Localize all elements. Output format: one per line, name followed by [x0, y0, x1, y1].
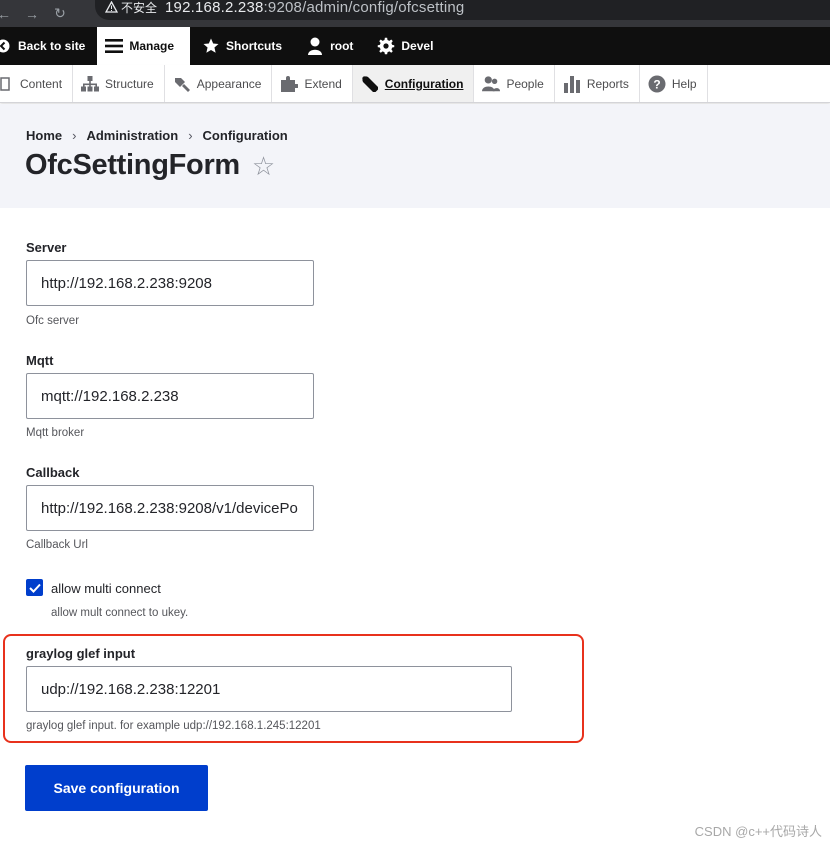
- user-icon: [306, 37, 324, 55]
- breadcrumb-separator: ›: [72, 128, 77, 143]
- shortcuts-tab[interactable]: Shortcuts: [190, 27, 294, 65]
- forward-arrow-icon[interactable]: →: [22, 6, 42, 22]
- security-label: 不安全: [121, 0, 158, 15]
- breadcrumb: Home › Administration › Configuration: [26, 128, 288, 143]
- shortcuts-label: Shortcuts: [226, 39, 283, 53]
- manage-label: Manage: [129, 39, 175, 53]
- browser-bar: ← → ↻ 不安全 192.168.2.238:9208/admin/confi…: [0, 0, 830, 27]
- server-label: Server: [26, 240, 67, 255]
- url-host: 192.168.2.238: [165, 0, 264, 16]
- page-header: Home › Administration › Configuration Of…: [0, 104, 830, 208]
- help-icon: ?: [648, 75, 666, 93]
- content-icon: [0, 75, 14, 93]
- structure-icon: [81, 75, 100, 93]
- security-warning[interactable]: 不安全: [105, 0, 157, 16]
- graylog-label: graylog glef input: [26, 646, 136, 661]
- tray-item-label: Content: [20, 76, 63, 91]
- breadcrumb-home[interactable]: Home: [26, 128, 62, 143]
- page-title: OfcSettingForm: [25, 149, 240, 181]
- tray-item-label: Help: [671, 76, 697, 91]
- warning-triangle-icon: [105, 1, 118, 13]
- callback-description: Callback Url: [26, 539, 88, 551]
- reports-icon: [563, 75, 581, 93]
- devel-label: Devel: [401, 39, 434, 53]
- people-icon: [482, 75, 501, 93]
- tray-item-label: Extend: [304, 76, 342, 91]
- tray-item-label: Structure: [105, 76, 154, 91]
- back-circle-icon: [0, 37, 12, 55]
- url-text: 192.168.2.238:9208/admin/config/ofcsetti…: [165, 0, 464, 16]
- url-path: :9208/admin/config/ofcsetting: [263, 0, 465, 16]
- mqtt-input[interactable]: mqtt://192.168.2.238: [26, 373, 314, 419]
- graylog-description: graylog glef input. for example udp://19…: [26, 720, 321, 732]
- tray-item-extend[interactable]: Extend: [272, 65, 353, 102]
- tray-item-appearance[interactable]: Appearance: [165, 65, 273, 102]
- gear-icon: [377, 37, 395, 55]
- mqtt-label: Mqtt: [26, 353, 54, 368]
- breadcrumb-separator: ›: [188, 128, 193, 143]
- tray-item-label: Appearance: [196, 76, 262, 91]
- appearance-icon: [173, 75, 191, 93]
- extend-icon: [280, 75, 299, 93]
- back-to-site-link[interactable]: Back to site: [0, 27, 97, 65]
- multi-connect-checkbox[interactable]: [26, 579, 43, 596]
- tray-item-people[interactable]: People: [474, 65, 555, 102]
- hamburger-icon: [105, 37, 124, 55]
- tray-item-label: People: [506, 76, 544, 91]
- page-title-row: OfcSettingForm ☆: [25, 149, 275, 182]
- devel-tab[interactable]: Devel: [365, 27, 445, 65]
- user-tab[interactable]: root: [294, 27, 365, 65]
- admin-tray: Content Structure Appearance Extend Conf…: [0, 65, 830, 103]
- multi-connect-label[interactable]: allow multi connect: [51, 581, 161, 596]
- tray-item-reports[interactable]: Reports: [555, 65, 640, 102]
- tray-item-help[interactable]: ? Help: [640, 65, 708, 102]
- mqtt-description: Mqtt broker: [26, 427, 85, 439]
- back-to-site-label: Back to site: [18, 39, 86, 53]
- tray-item-label: Reports: [586, 76, 629, 91]
- tray-item-configuration[interactable]: Configuration: [352, 65, 475, 102]
- server-description: Ofc server: [26, 315, 80, 327]
- callback-label: Callback: [26, 465, 80, 480]
- checkmark-icon: [28, 583, 41, 593]
- reload-icon[interactable]: ↻: [50, 5, 70, 22]
- tray-item-structure[interactable]: Structure: [73, 65, 165, 102]
- admin-toolbar: Back to site Manage Shortcuts root Devel: [0, 27, 830, 65]
- callback-input[interactable]: http://192.168.2.238:9208/v1/devicePo: [26, 485, 314, 531]
- wrench-icon: [361, 75, 379, 93]
- user-label: root: [330, 39, 354, 53]
- watermark: CSDN @c++代码诗人: [694, 824, 822, 839]
- back-arrow-icon[interactable]: ←: [0, 6, 14, 22]
- star-icon: [202, 37, 220, 55]
- tray-item-content[interactable]: Content: [0, 65, 74, 102]
- breadcrumb-configuration[interactable]: Configuration: [203, 128, 288, 143]
- save-configuration-button[interactable]: Save configuration: [25, 765, 208, 811]
- graylog-input[interactable]: udp://192.168.2.238:12201: [26, 666, 512, 712]
- multi-connect-description: allow mult connect to ukey.: [51, 607, 189, 619]
- svg-text:?: ?: [653, 77, 660, 91]
- server-input[interactable]: http://192.168.2.238:9208: [26, 260, 314, 306]
- manage-tab[interactable]: Manage: [97, 27, 191, 65]
- tray-item-label: Configuration: [384, 76, 464, 91]
- shortcut-star-icon[interactable]: ☆: [252, 153, 275, 179]
- breadcrumb-administration[interactable]: Administration: [86, 128, 178, 143]
- address-bar[interactable]: 不安全 192.168.2.238:9208/admin/config/ofcs…: [95, 0, 830, 20]
